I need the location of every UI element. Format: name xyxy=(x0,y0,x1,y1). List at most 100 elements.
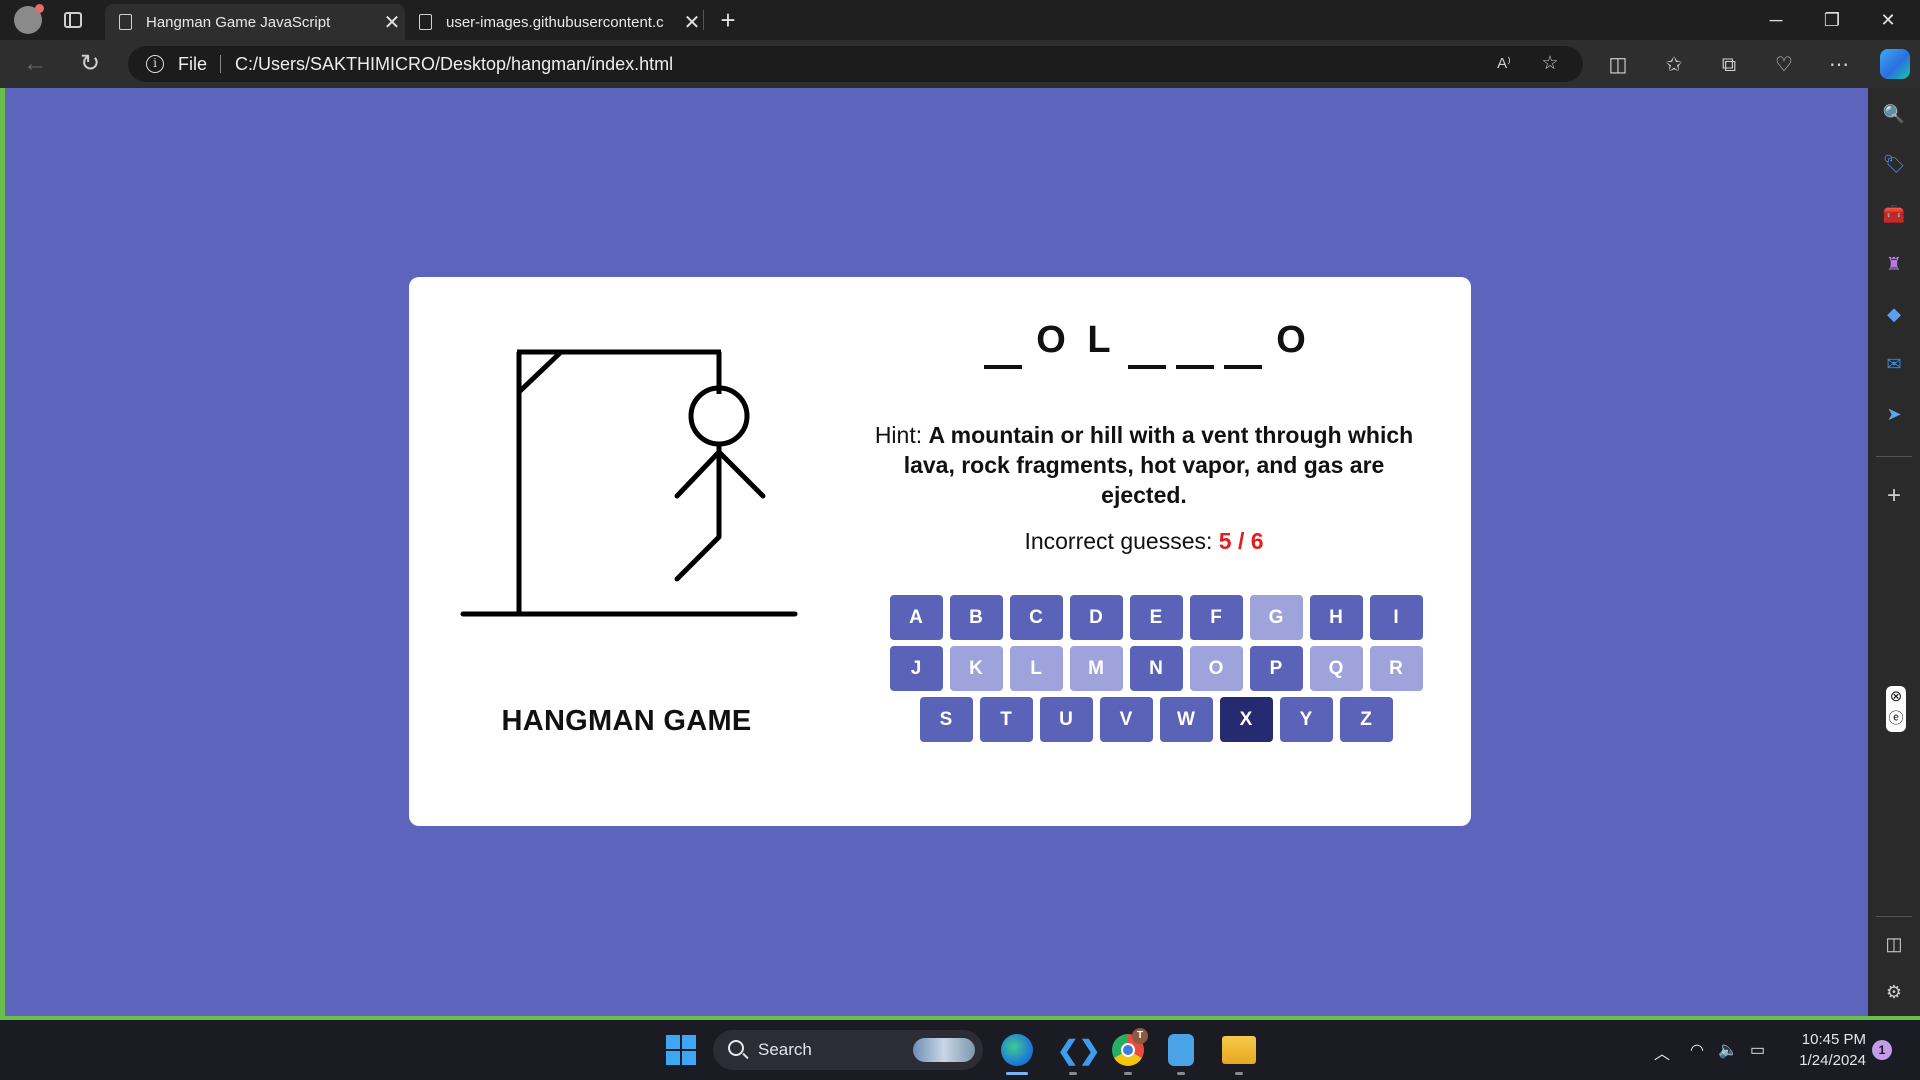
sidebar-divider xyxy=(1876,456,1912,457)
hangman-left-leg xyxy=(674,534,722,582)
letter-key-z[interactable]: Z xyxy=(1339,697,1393,742)
new-tab-plus-icon[interactable]: + xyxy=(713,4,743,36)
browser-essentials-icon[interactable]: ♡ xyxy=(1770,52,1798,78)
letter-key-v[interactable]: V xyxy=(1099,697,1153,742)
letter-key-q: Q xyxy=(1309,646,1363,691)
close-tab-icon[interactable]: ✕ xyxy=(382,10,402,35)
split-screen-icon[interactable]: ◫ xyxy=(1604,52,1632,78)
active-app-indicator xyxy=(1006,1072,1028,1075)
keyboard-row: JKLMNOPQR xyxy=(886,646,1426,691)
hangman-right-arm xyxy=(716,449,766,499)
browser-toolbar: ← ↻ i File C:/Users/SAKTHIMICRO/Desktop/… xyxy=(0,40,1920,88)
letter-key-o: O xyxy=(1189,646,1243,691)
revealed-letter: O xyxy=(1276,319,1306,361)
system-clock[interactable]: 10:45 PM 1/24/2024 xyxy=(1770,1029,1866,1071)
gallows-brace xyxy=(517,350,563,394)
letter-key-w[interactable]: W xyxy=(1159,697,1213,742)
battery-icon[interactable]: ▭ xyxy=(1750,1040,1765,1060)
page-icon xyxy=(419,14,432,30)
notepad-icon[interactable] xyxy=(1168,1034,1194,1066)
letter-key-a[interactable]: A xyxy=(889,595,943,640)
taskbar-search[interactable]: Search xyxy=(713,1030,983,1070)
letter-key-t[interactable]: T xyxy=(979,697,1033,742)
chrome-profile-badge: T xyxy=(1132,1028,1148,1044)
app-indicator xyxy=(1069,1072,1077,1075)
more-options-icon[interactable]: ⋯ xyxy=(1825,52,1853,78)
collections-icon[interactable]: ⧉ xyxy=(1715,52,1743,78)
sidebar-divider xyxy=(1876,916,1912,917)
incorrect-guesses-count: 5 / 6 xyxy=(1218,528,1264,554)
letter-key-x[interactable]: X xyxy=(1219,697,1273,742)
tab-hangman[interactable]: Hangman Game JavaScript ✕ xyxy=(105,4,405,40)
tab-github-image[interactable]: user-images.githubusercontent.c ✕ xyxy=(405,4,705,40)
read-aloud-icon[interactable]: A⁾ xyxy=(1492,52,1516,76)
copilot-icon[interactable] xyxy=(1880,49,1910,79)
letter-key-h[interactable]: H xyxy=(1309,595,1363,640)
tab-actions-icon[interactable] xyxy=(64,12,82,28)
incorrect-guesses: Incorrect guesses: 5 / 6 xyxy=(864,528,1424,555)
profile-avatar[interactable] xyxy=(14,4,44,34)
page-icon xyxy=(119,14,132,30)
microsoft-365-icon[interactable]: ◆ xyxy=(1882,302,1906,326)
letter-key-u[interactable]: U xyxy=(1039,697,1093,742)
window-close-icon[interactable]: ✕ xyxy=(1860,0,1916,40)
volume-icon[interactable]: 🔈 xyxy=(1718,1040,1738,1060)
chrome-icon[interactable]: T xyxy=(1112,1028,1148,1066)
file-explorer-icon[interactable] xyxy=(1222,1036,1256,1064)
restore-icon[interactable]: ❐ xyxy=(1804,0,1860,40)
letter-key-m: M xyxy=(1069,646,1123,691)
letter-key-k: K xyxy=(949,646,1003,691)
games-icon[interactable]: ♜ xyxy=(1882,252,1906,276)
letter-key-y[interactable]: Y xyxy=(1279,697,1333,742)
send-icon[interactable]: ➤ xyxy=(1882,402,1906,426)
outlook-icon[interactable]: ✉ xyxy=(1882,352,1906,376)
address-bar[interactable]: i File C:/Users/SAKTHIMICRO/Desktop/hang… xyxy=(128,46,1583,82)
letter-key-j[interactable]: J xyxy=(889,646,943,691)
keyboard-row: ABCDEFGHI xyxy=(886,595,1426,640)
vscode-icon[interactable]: ❮❯ xyxy=(1057,1034,1101,1066)
edge-browser-icon[interactable] xyxy=(1001,1034,1033,1066)
letter-key-f[interactable]: F xyxy=(1189,595,1243,640)
letter-key-e[interactable]: E xyxy=(1129,595,1183,640)
letter-key-p[interactable]: P xyxy=(1249,646,1303,691)
shopping-tag-icon[interactable]: 🏷 xyxy=(1882,152,1906,176)
letter-key-l: L xyxy=(1009,646,1063,691)
windows-taskbar: Search ❮❯ T ︿ ◠ 🔈 ▭ 10:45 PM 1/24/2024 1 xyxy=(0,1020,1920,1080)
scheme-label: File xyxy=(178,54,208,74)
letter-key-c[interactable]: C xyxy=(1009,595,1063,640)
tab-title: Hangman Game JavaScript xyxy=(146,13,331,31)
wifi-icon[interactable]: ◠ xyxy=(1690,1040,1704,1060)
show-hidden-icons-chevron-icon[interactable]: ︿ xyxy=(1654,1040,1670,1064)
notification-badge[interactable]: 1 xyxy=(1872,1040,1892,1060)
letter-key-s[interactable]: S xyxy=(919,697,973,742)
url-text[interactable]: C:/Users/SAKTHIMICRO/Desktop/hangman/ind… xyxy=(235,54,673,75)
site-info-icon[interactable]: i xyxy=(146,55,164,73)
revealed-letter: L xyxy=(1087,319,1111,361)
refresh-icon[interactable]: ↻ xyxy=(73,48,107,80)
tools-icon[interactable]: 🧰 xyxy=(1882,202,1906,226)
app-indicator xyxy=(1235,1072,1243,1075)
minimize-icon[interactable]: ─ xyxy=(1748,0,1804,40)
profile-status-dot xyxy=(35,4,44,13)
letter-key-i[interactable]: I xyxy=(1369,595,1423,640)
start-windows-icon[interactable] xyxy=(666,1035,696,1065)
hint-label: Hint: xyxy=(874,422,923,448)
url-divider xyxy=(220,55,221,73)
hide-sidebar-icon[interactable]: ◫ xyxy=(1882,932,1906,956)
keyboard-row: STUVWXYZ xyxy=(886,697,1426,742)
letter-key-n[interactable]: N xyxy=(1129,646,1183,691)
settings-gear-icon[interactable]: ⚙ xyxy=(1882,980,1906,1004)
extension-popup-icon[interactable]: ⊗ ⓔ xyxy=(1886,686,1906,732)
close-tab-icon[interactable]: ✕ xyxy=(682,10,702,35)
favorite-star-icon[interactable]: ☆ xyxy=(1538,52,1562,76)
tab-divider xyxy=(703,10,704,30)
letter-key-b[interactable]: B xyxy=(949,595,1003,640)
search-icon[interactable]: 🔍 xyxy=(1882,102,1906,126)
add-icon[interactable]: + xyxy=(1882,484,1906,508)
favorites-icon[interactable]: ✩ xyxy=(1660,52,1688,78)
letter-key-r: R xyxy=(1369,646,1423,691)
app-indicator xyxy=(1124,1072,1132,1075)
letter-key-d[interactable]: D xyxy=(1069,595,1123,640)
back-arrow-icon[interactable]: ← xyxy=(18,48,52,80)
page-viewport: HANGMAN GAME OLO Hint: A mountain or hil… xyxy=(0,88,1868,1018)
